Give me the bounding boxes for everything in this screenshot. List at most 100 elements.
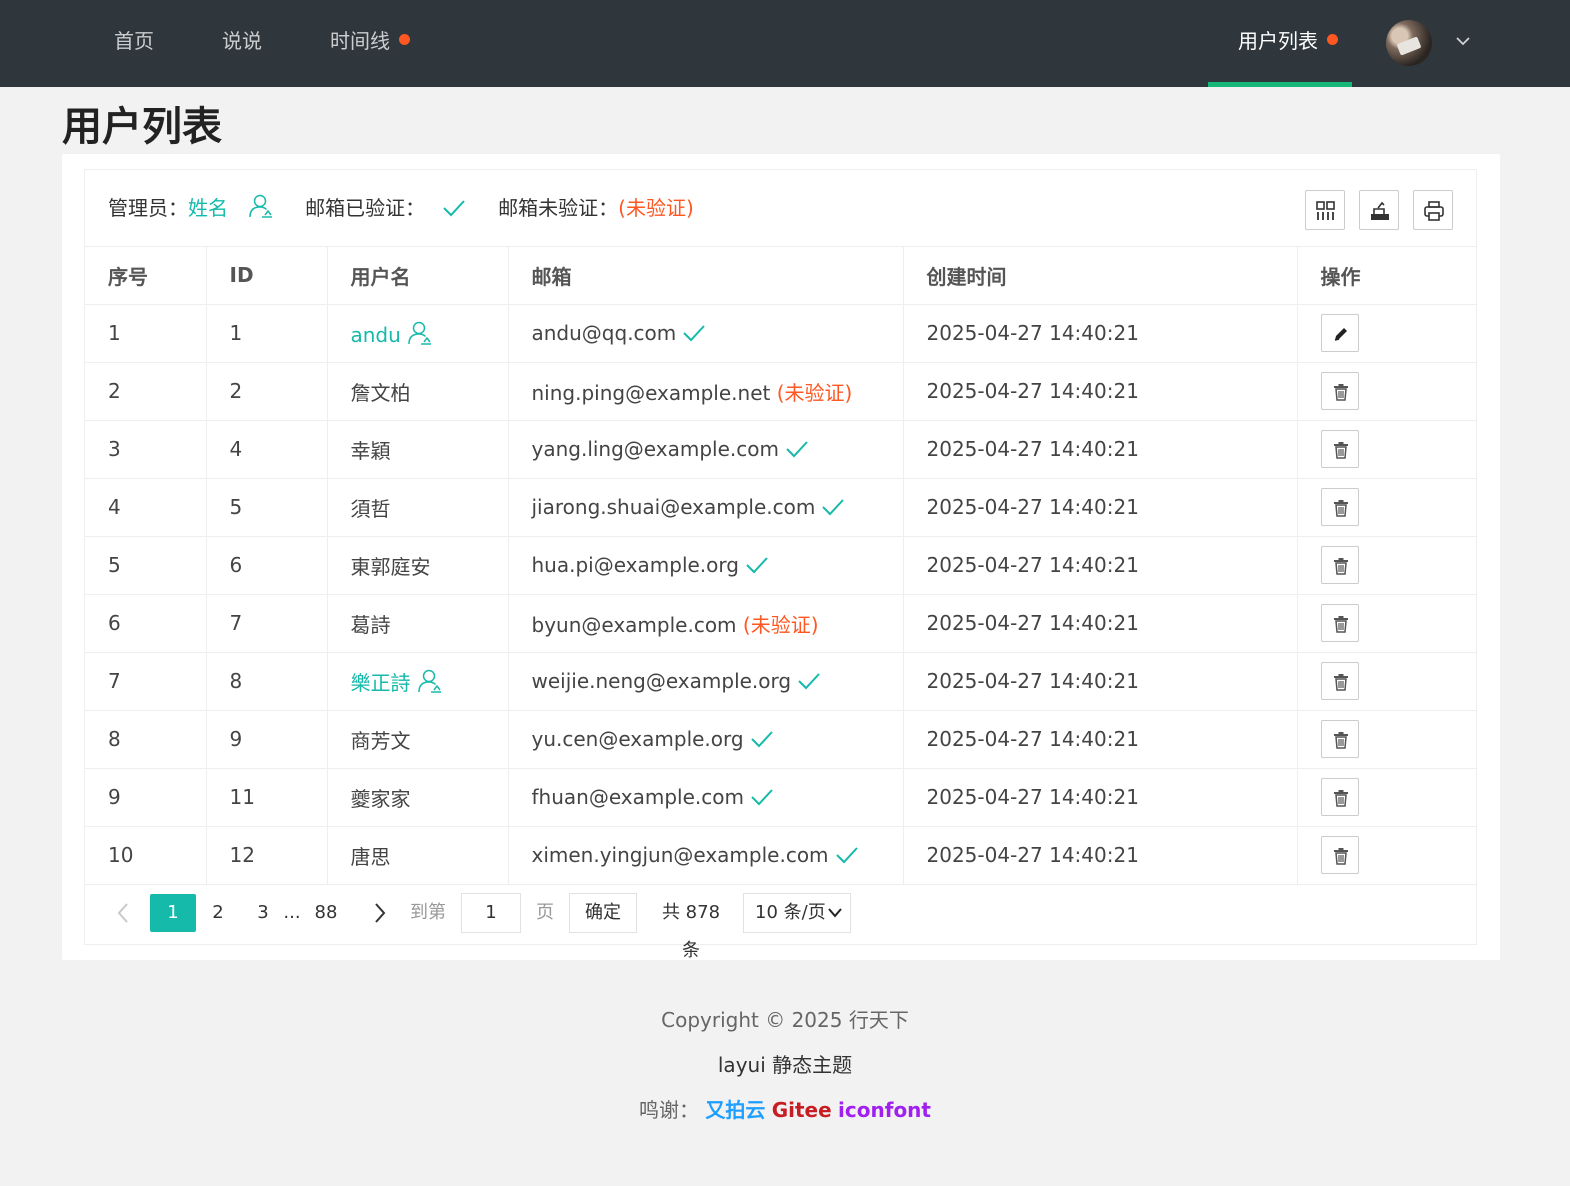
legend-unverified-sample: (未验证) [618,196,694,220]
delete-button[interactable] [1320,604,1359,642]
print-icon [1424,201,1444,221]
cell-id: 6 [206,536,328,595]
cell-index: 7 [85,652,207,711]
page-current[interactable]: 1 [150,894,196,932]
prev-page-button[interactable] [112,894,134,932]
thanks-line: 鸣谢： 又拍云 Gitee iconfont [0,1090,1570,1135]
edit-button[interactable] [1320,314,1359,352]
cell-actions [1297,594,1476,653]
cell-index: 3 [85,420,207,479]
cell-email: byun@example.com (未验证) [508,594,904,653]
cell-created: 2025-04-27 14:40:21 [903,710,1298,769]
cell-created: 2025-04-27 14:40:21 [903,652,1298,711]
email-text: ximen.yingjun@example.com [531,843,829,867]
legend-verified-label: 邮箱已验证： [305,196,426,220]
delete-button[interactable] [1320,372,1359,410]
cell-created: 2025-04-27 14:40:21 [903,768,1298,827]
cell-created: 2025-04-27 14:40:21 [903,478,1298,537]
legend-admin-label: 管理员： [108,196,188,220]
col-header-id[interactable]: ID [206,247,328,305]
col-header-index[interactable]: 序号 [85,247,207,305]
nav-item-user-list[interactable]: 用户列表 [1238,0,1338,87]
cell-index: 1 [85,304,207,363]
goto-confirm-button[interactable]: 确定 [569,893,637,933]
unverified-badge: (未验证) [776,380,853,405]
trash-icon [1333,500,1348,517]
delete-button[interactable] [1320,836,1359,874]
cell-id: 5 [206,478,328,537]
unverified-badge: (未验证) [742,612,819,637]
columns-filter-button[interactable] [1305,190,1345,230]
page-link[interactable]: 2 [206,894,230,932]
total-count: 共 878 条 [661,902,721,961]
col-header-actions[interactable]: 操作 [1297,247,1476,305]
goto-page-input[interactable]: 1 [461,893,521,933]
cell-actions [1297,420,1476,479]
cell-index: 6 [85,594,207,653]
nav-item-label: 说说 [222,29,262,53]
cell-actions [1297,652,1476,711]
delete-button[interactable] [1320,662,1359,700]
cell-email: yang.ling@example.com [508,420,904,479]
table-row: 1 1 andu andu@qq.com 2025-04-27 14:40:21 [85,304,1476,363]
table-row: 6 7 葛詩 byun@example.com (未验证) 2025-04-27 14:… [85,594,1476,653]
cell-id: 8 [206,652,328,711]
delete-button[interactable] [1320,488,1359,526]
delete-button[interactable] [1320,720,1359,758]
email-text: yang.ling@example.com [531,437,779,461]
col-header-username[interactable]: 用户名 [327,247,509,305]
cell-id: 9 [206,710,328,769]
export-button[interactable] [1359,190,1399,230]
copyright-text: Copyright © 2025 行天下 [661,1008,909,1032]
cell-index: 8 [85,710,207,769]
delete-button[interactable] [1320,778,1359,816]
nav-item-label: 用户列表 [1238,29,1318,53]
username-text: 夔家家 [350,786,411,811]
table-row: 8 9 商芳文 yu.cen@example.org 2025-04-27 14:40:… [85,710,1476,769]
username-text: 東郭庭安 [350,554,431,579]
email-text: byun@example.com [531,612,737,637]
sponsor-link-iconfont[interactable]: iconfont [838,1098,931,1122]
page-unit-label: 页 [536,902,554,923]
sponsor-link-upyun[interactable]: 又拍云 [705,1098,765,1122]
cell-id: 4 [206,420,328,479]
col-header-created[interactable]: 创建时间 [903,247,1298,305]
cell-id: 7 [206,594,328,653]
email-text: fhuan@example.com [531,785,744,809]
page-size-select[interactable]: 10 条/页 [743,893,851,933]
table-row: 4 5 須哲 jiarong.shuai@example.com 2025-04-27 … [85,478,1476,537]
trash-icon [1333,558,1348,575]
cell-username: 夔家家 [327,768,509,827]
admin-user-icon [249,194,273,218]
nav-item-home[interactable]: 首页 [114,0,154,87]
table-row: 5 6 東郭庭安 hua.pi@example.org 2025-04-27 14:40… [85,536,1476,595]
next-page-button[interactable] [369,894,391,932]
user-avatar[interactable] [1386,20,1432,66]
check-icon [835,847,858,864]
trash-icon [1333,616,1348,633]
notification-dot [399,34,410,45]
print-button[interactable] [1413,190,1453,230]
cell-username: 唐思 [327,826,509,885]
cell-created: 2025-04-27 14:40:21 [903,420,1298,479]
username-text: 詹文柏 [350,380,411,405]
cell-email: andu@qq.com [508,304,904,363]
cell-username: 商芳文 [327,710,509,769]
cell-actions [1297,768,1476,827]
page-link[interactable]: 3 [251,894,275,932]
top-navbar: 首页 说说 时间线 用户列表 [0,0,1570,87]
sponsor-link-gitee[interactable]: Gitee [772,1098,832,1122]
delete-button[interactable] [1320,546,1359,584]
cell-username: 須哲 [327,478,509,537]
email-text: weijie.neng@example.org [531,669,792,693]
table-row: 3 4 幸穎 yang.ling@example.com 2025-04-27 14:4… [85,420,1476,479]
cell-id: 1 [206,304,328,363]
user-table: 序号 ID 用户名 邮箱 创建时间 操作 1 1 andu andu@qq.com 20… [85,247,1476,885]
chevron-down-icon[interactable] [1456,34,1470,48]
page-link-last[interactable]: 88 [309,894,343,932]
nav-item-timeline[interactable]: 时间线 [330,0,410,87]
nav-item-talk[interactable]: 说说 [222,0,262,87]
col-header-email[interactable]: 邮箱 [508,247,904,305]
delete-button[interactable] [1320,430,1359,468]
trash-icon [1333,732,1348,749]
